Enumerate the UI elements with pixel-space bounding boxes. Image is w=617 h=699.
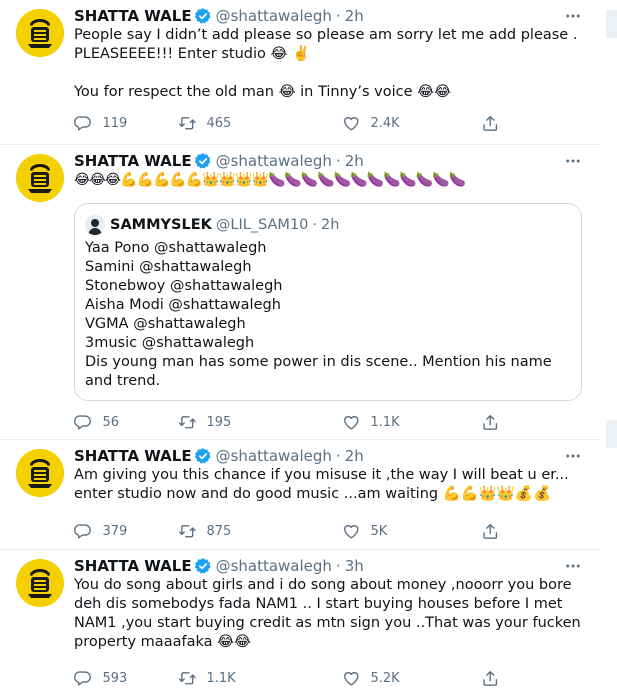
- like-icon: [342, 669, 361, 688]
- separator-dot: ·: [312, 217, 318, 233]
- like-button[interactable]: 1.1K: [342, 411, 400, 433]
- verified-badge-icon: [194, 557, 212, 575]
- more-icon[interactable]: [560, 6, 586, 26]
- reply-icon: [74, 522, 93, 541]
- more-icon[interactable]: [560, 556, 586, 576]
- share-button[interactable]: [481, 667, 500, 689]
- tweet-text: You do song about girls and i do song ab…: [74, 577, 581, 650]
- verified-badge-icon: [194, 7, 212, 25]
- retweet-count: 465: [206, 115, 232, 131]
- retweet-icon: [178, 413, 197, 432]
- reply-icon: [74, 413, 93, 432]
- like-button[interactable]: 2.4K: [342, 112, 400, 134]
- tweet-header: SHATTA WALE @shattawalegh · 2h: [74, 5, 364, 27]
- share-icon: [481, 669, 500, 688]
- share-button[interactable]: [481, 411, 500, 433]
- tweet-text: Am giving you this chance if you misuse …: [74, 467, 569, 502]
- separator-dot: ·: [335, 447, 341, 465]
- like-count: 5K: [370, 523, 388, 539]
- like-icon: [342, 522, 361, 541]
- separator-dot: ·: [335, 557, 341, 575]
- share-button[interactable]: [481, 112, 500, 134]
- author-name[interactable]: SHATTA WALE: [74, 5, 192, 27]
- reply-count: 56: [102, 414, 120, 430]
- retweet-count: 1.1K: [206, 670, 236, 686]
- avatar[interactable]: [16, 9, 64, 57]
- reply-icon: [74, 669, 93, 688]
- reply-button[interactable]: 593: [74, 667, 127, 689]
- quoted-tweet-time: 2h: [321, 217, 340, 233]
- reply-button[interactable]: 379: [74, 520, 127, 542]
- author-name[interactable]: SHATTA WALE: [74, 445, 192, 467]
- quoted-author-name: SAMMYSLEK: [110, 217, 212, 233]
- separator-dot: ·: [335, 7, 341, 25]
- like-button[interactable]: 5K: [342, 520, 387, 542]
- tweet-time[interactable]: 2h: [345, 445, 364, 467]
- tweet-actions: 593 1.1K 5.2K: [74, 667, 514, 689]
- like-count: 2.4K: [370, 115, 400, 131]
- tweet-time[interactable]: 2h: [345, 5, 364, 27]
- tweet-actions: 119 465 2.4K: [74, 112, 514, 134]
- tweet-time[interactable]: 3h: [345, 555, 364, 577]
- like-button[interactable]: 5.2K: [342, 667, 400, 689]
- retweet-count: 195: [206, 414, 232, 430]
- retweet-button[interactable]: 195: [178, 411, 231, 433]
- tweet[interactable]: SHATTA WALE @shattawalegh · 3h You do so…: [0, 550, 600, 699]
- share-button[interactable]: [481, 520, 500, 542]
- author-handle[interactable]: @shattawalegh: [216, 555, 332, 577]
- share-icon: [481, 413, 500, 432]
- author-handle[interactable]: @shattawalegh: [216, 445, 332, 467]
- retweet-button[interactable]: 465: [178, 112, 231, 134]
- like-icon: [342, 413, 361, 432]
- verified-badge-icon: [194, 447, 212, 465]
- author-handle[interactable]: @shattawalegh: [216, 5, 332, 27]
- retweet-button[interactable]: 1.1K: [178, 667, 236, 689]
- tweet[interactable]: SHATTA WALE @shattawalegh · 2h 😂😂😂💪💪💪💪💪👑…: [0, 145, 600, 440]
- retweet-button[interactable]: 875: [178, 520, 231, 542]
- author-name[interactable]: SHATTA WALE: [74, 555, 192, 577]
- share-icon: [481, 114, 500, 133]
- more-icon[interactable]: [560, 151, 586, 171]
- like-count: 1.1K: [370, 414, 400, 430]
- scrollbar-thumb[interactable]: [606, 420, 617, 448]
- separator-dot: ·: [335, 152, 341, 170]
- quoted-tweet-text: Yaa Pono @shattawalegh Samini @shattawal…: [85, 240, 552, 389]
- reply-count: 593: [102, 670, 128, 686]
- quoted-author-handle: @LIL_SAM10: [215, 217, 309, 233]
- tweet[interactable]: SHATTA WALE @shattawalegh · 2h Am giving…: [0, 440, 600, 550]
- author-name[interactable]: SHATTA WALE: [74, 150, 192, 172]
- tweet-header: SHATTA WALE @shattawalegh · 2h: [74, 150, 364, 172]
- quoted-avatar: [85, 215, 105, 235]
- tweet-actions: 56 195 1.1K: [74, 411, 514, 433]
- avatar[interactable]: [16, 449, 64, 497]
- tweet-time[interactable]: 2h: [345, 150, 364, 172]
- tweet-header: SHATTA WALE @shattawalegh · 2h: [74, 445, 364, 467]
- tweet-text: People say I didn’t add please so please…: [74, 27, 578, 100]
- avatar[interactable]: [16, 559, 64, 607]
- quoted-tweet[interactable]: SAMMYSLEK @LIL_SAM10 · 2h Yaa Pono @shat…: [74, 203, 582, 401]
- tweet-actions: 379 875 5K: [74, 520, 514, 542]
- author-handle[interactable]: @shattawalegh: [216, 150, 332, 172]
- reply-count: 119: [102, 115, 128, 131]
- more-icon[interactable]: [560, 446, 586, 466]
- like-icon: [342, 114, 361, 133]
- retweet-icon: [178, 669, 197, 688]
- reply-button[interactable]: 119: [74, 112, 127, 134]
- retweet-count: 875: [206, 523, 232, 539]
- reply-button[interactable]: 56: [74, 411, 119, 433]
- avatar[interactable]: [16, 154, 64, 202]
- tweet-text: 😂😂😂💪💪💪💪💪👑👑👑👑🍆🍆🍆🍆🍆🍆🍆🍆🍆🍆🍆🍆: [74, 172, 466, 188]
- reply-count: 379: [102, 523, 128, 539]
- like-count: 5.2K: [370, 670, 400, 686]
- reply-icon: [74, 114, 93, 133]
- retweet-icon: [178, 114, 197, 133]
- share-icon: [481, 522, 500, 541]
- tweet-header: SHATTA WALE @shattawalegh · 3h: [74, 555, 364, 577]
- tweet[interactable]: SHATTA WALE @shattawalegh · 2h People sa…: [0, 0, 600, 145]
- quoted-tweet-header: SAMMYSLEK @LIL_SAM10 · 2h: [85, 215, 339, 235]
- verified-badge-icon: [194, 152, 212, 170]
- retweet-icon: [178, 522, 197, 541]
- scrollbar-thumb[interactable]: [606, 10, 617, 38]
